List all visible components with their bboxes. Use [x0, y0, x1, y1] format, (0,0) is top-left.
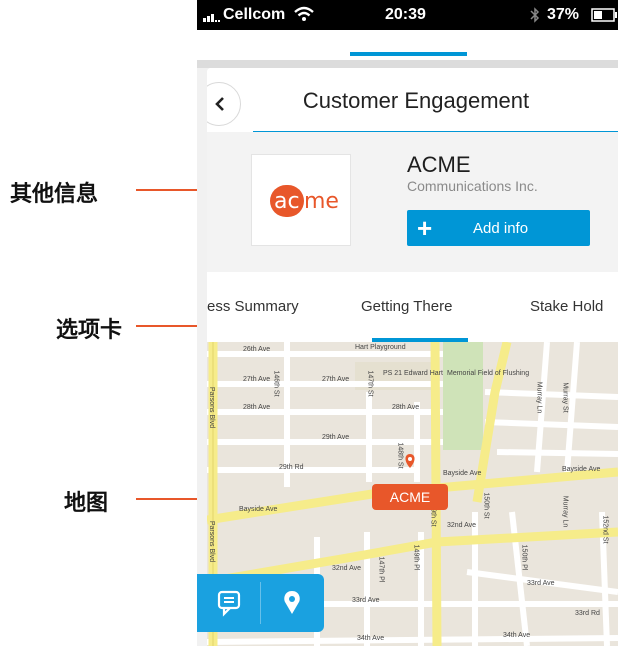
map-marker	[405, 454, 415, 468]
map-label: 147th St	[366, 370, 374, 397]
map-label: 146th St	[272, 370, 280, 397]
tab-stakeholders[interactable]: Stake Hold	[530, 298, 603, 315]
separator-band	[197, 60, 618, 68]
svg-text:me: me	[304, 189, 339, 214]
top-tab-strip	[197, 30, 618, 60]
map-label: 29th Ave	[322, 434, 350, 441]
map-label: Murray Ln	[535, 381, 543, 414]
location-pin-icon	[284, 591, 300, 614]
svg-text:ac: ac	[274, 189, 300, 214]
map-label: Hart Playground	[355, 344, 406, 351]
map-label: 32nd Ave	[332, 565, 362, 572]
detail-card: Customer Engagement ac me ACME Communica…	[207, 68, 618, 646]
map-label: 149th Pl	[412, 544, 420, 571]
wifi-icon	[294, 6, 314, 27]
time-label: 20:39	[385, 6, 426, 23]
annotation-map: 地图	[64, 491, 109, 516]
map-label: Parsons Blvd	[208, 386, 216, 429]
map-label: 33rd Rd	[575, 610, 600, 617]
battery-icon	[591, 8, 618, 27]
map-label: 150th St	[482, 492, 490, 519]
map-label: 34th Ave	[357, 635, 385, 642]
tab-bar: ess Summary Getting There Stake Hold	[207, 272, 618, 342]
map-label: Murray St	[561, 382, 569, 413]
add-info-button[interactable]: + Add info	[407, 210, 590, 246]
tab-business-summary[interactable]: ess Summary	[207, 298, 299, 315]
map-label: 28th Ave	[243, 404, 271, 411]
location-button[interactable]	[261, 574, 324, 632]
park-area	[443, 342, 483, 450]
carrier-label: Cellcom	[223, 6, 286, 23]
annotation-other-info: 其他信息	[10, 182, 99, 207]
map-label: 33rd Ave	[352, 597, 380, 604]
plus-icon: +	[417, 213, 433, 243]
map-label: 148th St	[396, 442, 404, 469]
map-label: Parsons Blvd	[208, 520, 216, 563]
chat-icon	[217, 590, 241, 617]
map-label: 34th Ave	[503, 632, 531, 639]
company-logo: ac me	[251, 154, 351, 246]
back-chevron-icon	[215, 97, 224, 111]
back-button[interactable]	[207, 82, 241, 126]
map-label: Bayside Ave	[562, 466, 601, 473]
map-label: 152nd St	[601, 515, 609, 544]
map-label: 150th Pl	[520, 544, 528, 571]
map-label: Memorial Field of Flushing	[447, 370, 530, 377]
status-bar: Cellcom 20:39 37%	[197, 0, 618, 30]
chat-button[interactable]	[197, 574, 260, 632]
map-action-bar	[197, 574, 324, 632]
battery-percent: 37%	[547, 6, 580, 23]
map-label: 27th Ave	[322, 376, 350, 383]
page-title: Customer Engagement	[302, 88, 530, 113]
map-label: 27th Ave	[243, 376, 271, 383]
map-label: 33rd Ave	[527, 580, 555, 587]
company-info-section: ac me ACME Communications Inc. + Add inf…	[207, 132, 618, 272]
map-label: PS 21 Edward Hart	[383, 370, 443, 377]
map-label: Murray Ln	[561, 495, 569, 528]
top-strip-indicator	[350, 52, 467, 56]
map-label: 28th Ave	[392, 404, 420, 411]
bluetooth-icon	[530, 7, 540, 28]
annotation-tabs: 选项卡	[56, 318, 123, 343]
map-label: 29th Rd	[279, 464, 304, 471]
map-label: Bayside Ave	[443, 470, 482, 477]
company-name: ACME	[407, 152, 471, 177]
card-header: Customer Engagement	[207, 68, 618, 132]
add-info-label: Add info	[473, 220, 529, 237]
acme-map-pin[interactable]: ACME	[372, 484, 448, 510]
acme-logo-icon: ac me	[270, 185, 339, 217]
map-label: 147th Pl	[377, 556, 385, 583]
map-label: 32nd Ave	[447, 522, 477, 529]
company-subtitle: Communications Inc.	[407, 178, 538, 194]
phone-screen: Cellcom 20:39 37% Customer Engagement ac…	[197, 0, 618, 646]
screenshot: 其他信息 选项卡 地图 Cellcom 20:39 37% Customer E…	[0, 0, 618, 646]
map-label: Bayside Ave	[239, 506, 278, 513]
map-label: 26th Ave	[243, 346, 271, 353]
signal-icon	[203, 9, 225, 27]
tab-getting-there[interactable]: Getting There	[361, 298, 452, 315]
